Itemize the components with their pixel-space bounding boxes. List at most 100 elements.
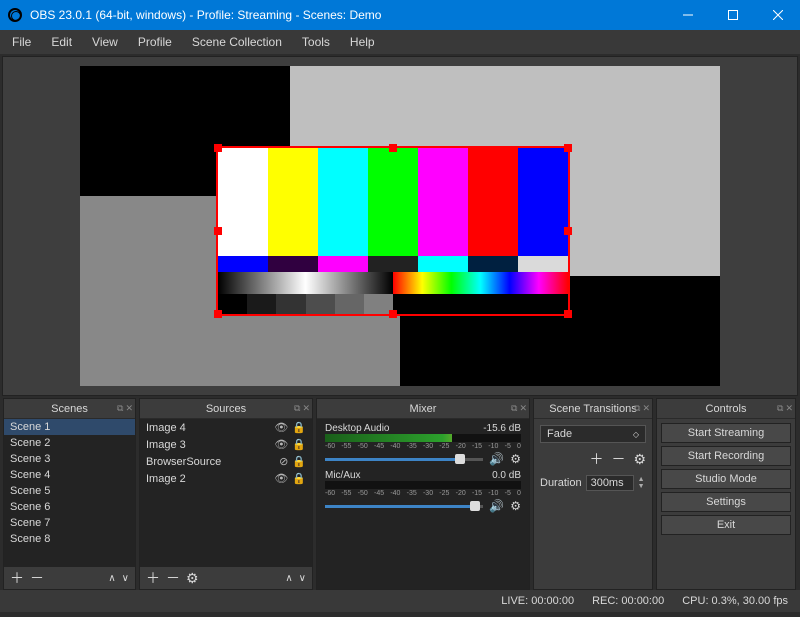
visibility-icon[interactable]: 👁: [274, 438, 288, 451]
menu-profile[interactable]: Profile: [130, 33, 180, 51]
mixer-title: Mixer: [410, 403, 437, 415]
lock-icon[interactable]: 🔒: [292, 438, 306, 451]
detach-icon[interactable]: ⧉: [777, 403, 783, 414]
resize-handle[interactable]: [564, 227, 572, 235]
lock-icon[interactable]: 🔒: [292, 421, 306, 434]
speaker-icon[interactable]: 🔊: [489, 499, 504, 513]
lock-icon[interactable]: 🔒: [292, 455, 306, 468]
status-cpu: CPU: 0.3%, 30.00 fps: [682, 595, 788, 607]
lock-icon[interactable]: 🔒: [292, 472, 306, 485]
scene-item[interactable]: Scene 3: [4, 451, 135, 467]
source-item[interactable]: Image 2👁🔒: [140, 470, 312, 487]
scene-item[interactable]: Scene 6: [4, 499, 135, 515]
scene-item[interactable]: Scene 1: [4, 419, 135, 435]
channel-name: Mic/Aux: [325, 470, 361, 481]
minimize-button[interactable]: [665, 0, 710, 30]
visibility-icon[interactable]: ⊘: [279, 455, 288, 468]
resize-handle[interactable]: [389, 310, 397, 318]
detach-icon[interactable]: ⧉: [117, 403, 123, 414]
transition-select[interactable]: Fade◇: [540, 425, 646, 443]
channel-name: Desktop Audio: [325, 423, 390, 434]
menu-help[interactable]: Help: [342, 33, 383, 51]
menu-edit[interactable]: Edit: [43, 33, 80, 51]
duration-down[interactable]: ▼: [638, 483, 645, 490]
resize-handle[interactable]: [214, 310, 222, 318]
scenes-list[interactable]: Scene 1Scene 2Scene 3Scene 4Scene 5Scene…: [4, 419, 135, 567]
mixer-panel: Mixer⧉✕ Desktop Audio-15.6 dB-60-55-50-4…: [316, 398, 530, 590]
source-item[interactable]: BrowserSource⊘🔒: [140, 453, 312, 470]
transitions-panel: Scene Transitions⧉✕ Fade◇ ＋ － ⚙ Duration…: [533, 398, 653, 590]
volume-slider[interactable]: [325, 505, 483, 508]
control-button-start-streaming[interactable]: Start Streaming: [661, 423, 791, 443]
move-scene-down-button[interactable]: ∨: [122, 573, 129, 584]
menu-view[interactable]: View: [84, 33, 126, 51]
menu-file[interactable]: File: [4, 33, 39, 51]
duration-input[interactable]: [586, 475, 634, 491]
volume-slider[interactable]: [325, 458, 483, 461]
controls-title: Controls: [706, 403, 747, 415]
resize-handle[interactable]: [564, 144, 572, 152]
window-title: OBS 23.0.1 (64-bit, windows) - Profile: …: [30, 8, 665, 22]
detach-icon[interactable]: ⧉: [511, 403, 517, 414]
maximize-button[interactable]: [710, 0, 755, 30]
titlebar[interactable]: OBS 23.0.1 (64-bit, windows) - Profile: …: [0, 0, 800, 30]
visibility-icon[interactable]: 👁: [274, 472, 288, 485]
scene-item[interactable]: Scene 5: [4, 483, 135, 499]
speaker-icon[interactable]: 🔊: [489, 452, 504, 466]
duration-up[interactable]: ▲: [638, 476, 645, 483]
close-icon[interactable]: ✕: [519, 403, 527, 414]
close-button[interactable]: [755, 0, 800, 30]
preview-source-image4-selected[interactable]: [216, 146, 570, 316]
sources-list[interactable]: Image 4👁🔒Image 3👁🔒BrowserSource⊘🔒Image 2…: [140, 419, 312, 567]
resize-handle[interactable]: [564, 310, 572, 318]
menubar: File Edit View Profile Scene Collection …: [0, 30, 800, 54]
vu-meter: [325, 481, 521, 489]
menu-scene-collection[interactable]: Scene Collection: [184, 33, 290, 51]
close-icon[interactable]: ✕: [785, 403, 793, 414]
sources-title: Sources: [206, 403, 246, 415]
detach-icon[interactable]: ⧉: [294, 403, 300, 414]
resize-handle[interactable]: [389, 144, 397, 152]
source-item[interactable]: Image 3👁🔒: [140, 436, 312, 453]
scene-item[interactable]: Scene 4: [4, 467, 135, 483]
close-icon[interactable]: ✕: [642, 403, 650, 414]
gear-icon[interactable]: ⚙: [510, 499, 521, 513]
scene-item[interactable]: Scene 8: [4, 531, 135, 547]
move-source-down-button[interactable]: ∨: [299, 573, 306, 584]
transitions-title: Scene Transitions: [549, 403, 636, 415]
add-transition-button[interactable]: ＋: [589, 449, 603, 469]
move-scene-up-button[interactable]: ∧: [108, 573, 115, 584]
scenes-panel: Scenes⧉✕ Scene 1Scene 2Scene 3Scene 4Sce…: [3, 398, 136, 590]
move-source-up-button[interactable]: ∧: [285, 573, 292, 584]
transition-settings-button[interactable]: ⚙: [633, 451, 646, 468]
remove-source-button[interactable]: －: [166, 568, 180, 588]
resize-handle[interactable]: [214, 144, 222, 152]
detach-icon[interactable]: ⧉: [634, 403, 640, 414]
gear-icon[interactable]: ⚙: [510, 452, 521, 466]
control-button-studio-mode[interactable]: Studio Mode: [661, 469, 791, 489]
app-icon: [8, 8, 22, 22]
source-item[interactable]: Image 4👁🔒: [140, 419, 312, 436]
visibility-icon[interactable]: 👁: [274, 421, 288, 434]
sources-panel: Sources⧉✕ Image 4👁🔒Image 3👁🔒BrowserSourc…: [139, 398, 313, 590]
preview-area[interactable]: [2, 56, 798, 396]
close-icon[interactable]: ✕: [125, 403, 133, 414]
control-button-exit[interactable]: Exit: [661, 515, 791, 535]
control-button-start-recording[interactable]: Start Recording: [661, 446, 791, 466]
scene-item[interactable]: Scene 2: [4, 435, 135, 451]
remove-transition-button[interactable]: －: [611, 449, 625, 469]
preview-canvas[interactable]: [80, 66, 720, 386]
remove-scene-button[interactable]: －: [30, 568, 44, 588]
control-button-settings[interactable]: Settings: [661, 492, 791, 512]
channel-db: -15.6 dB: [483, 423, 521, 434]
add-scene-button[interactable]: ＋: [10, 568, 24, 588]
scene-item[interactable]: Scene 7: [4, 515, 135, 531]
resize-handle[interactable]: [214, 227, 222, 235]
add-source-button[interactable]: ＋: [146, 568, 160, 588]
source-settings-button[interactable]: ⚙: [186, 570, 199, 587]
close-icon[interactable]: ✕: [302, 403, 310, 414]
menu-tools[interactable]: Tools: [294, 33, 338, 51]
status-live: LIVE: 00:00:00: [501, 595, 574, 607]
scenes-title: Scenes: [51, 403, 88, 415]
duration-label: Duration: [540, 477, 582, 489]
